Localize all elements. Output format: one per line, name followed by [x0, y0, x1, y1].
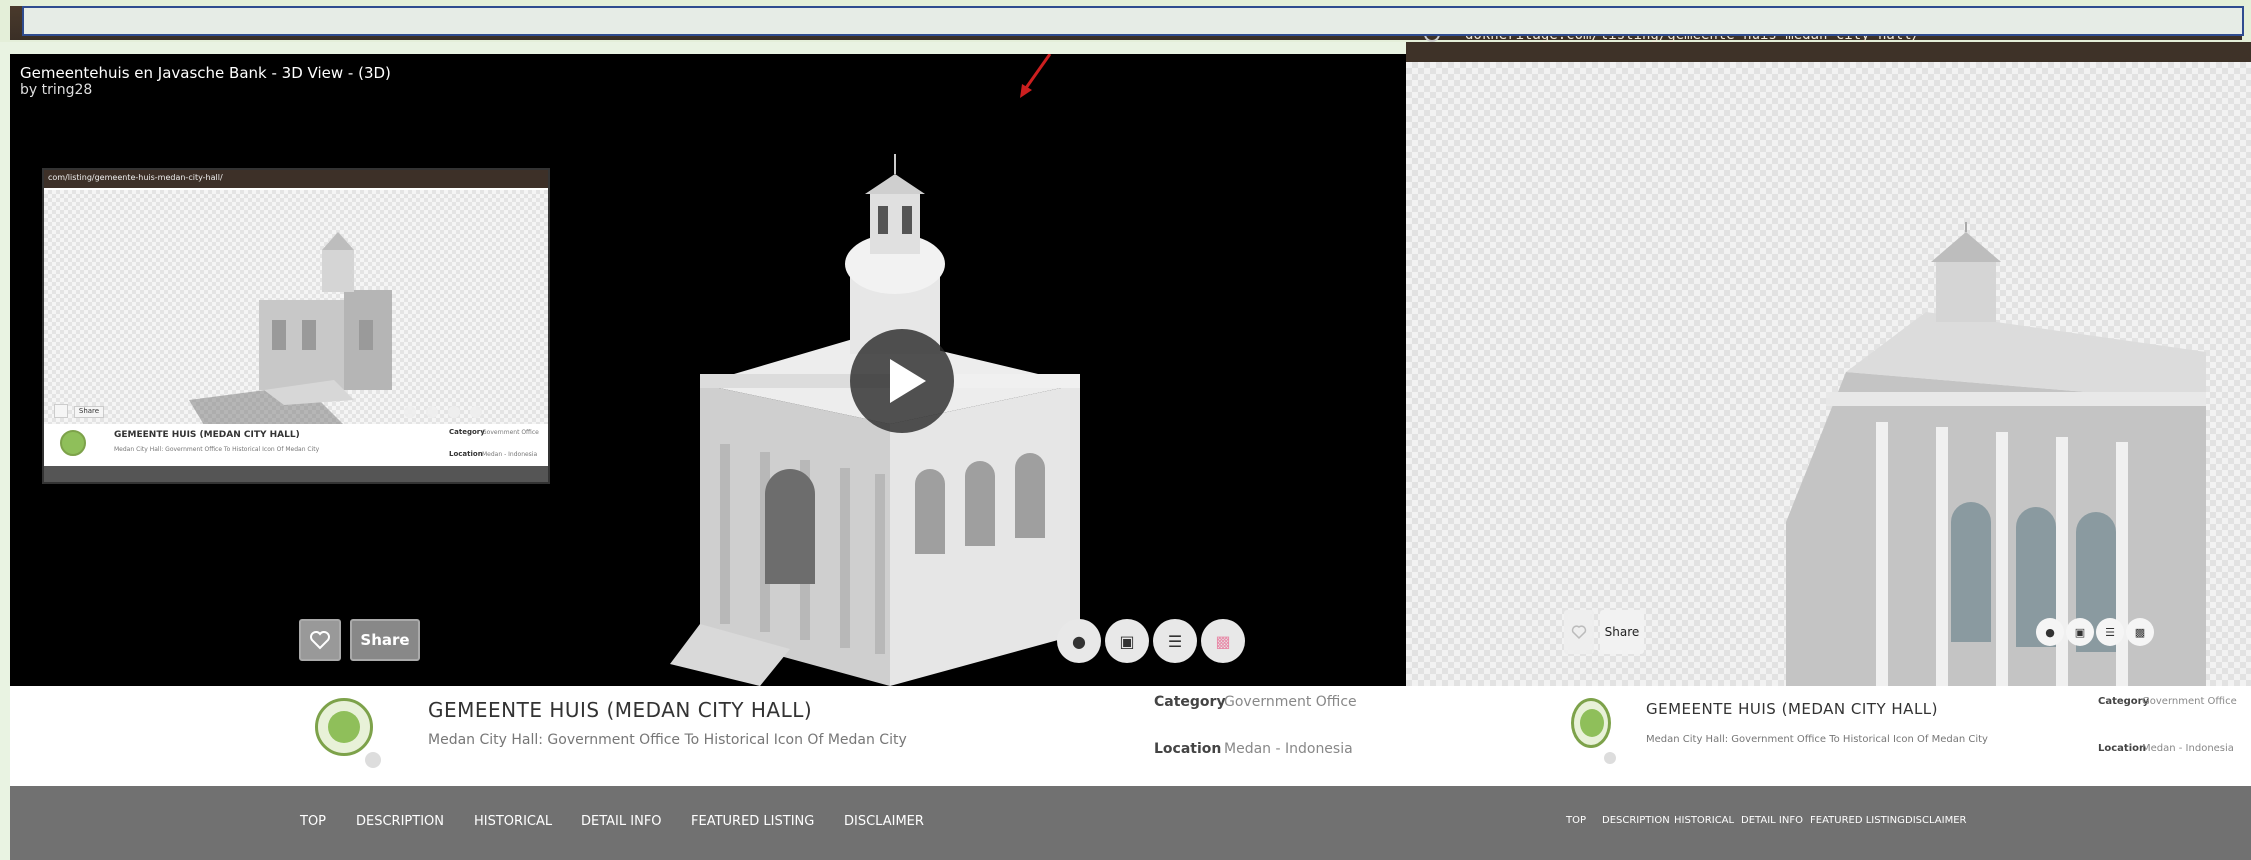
model-author[interactable]: by tring28 — [20, 82, 92, 98]
category-label: Category — [1154, 694, 1226, 710]
right-embed-icon[interactable]: ▩ — [2126, 618, 2154, 646]
heritage-logo-icon — [315, 698, 373, 756]
right-nav-item-featured-listing[interactable]: FEATURED LISTING — [1810, 815, 1905, 826]
right-building-image — [1786, 222, 2206, 686]
sketchfab-viewer[interactable]: Gemeentehuis en Javasche Bank - 3D View … — [10, 54, 1406, 686]
right-share-button[interactable]: Share — [1600, 610, 1644, 654]
right-listing-subtitle: Medan City Hall: Government Office To Hi… — [1646, 734, 1988, 745]
thumbnail-camera-icon — [404, 406, 416, 418]
listing-subtitle: Medan City Hall: Government Office To Hi… — [428, 732, 907, 748]
gallery-button[interactable]: ▣ — [1105, 619, 1149, 663]
nav-item-historical[interactable]: HISTORICAL — [474, 814, 552, 829]
thumbnail-title: GEMEENTE HUIS (MEDAN CITY HALL) — [114, 430, 300, 440]
right-nav-item-disclaimer[interactable]: DISCLAIMER — [1905, 815, 1966, 826]
right-nav-item-top[interactable]: TOP — [1566, 815, 1586, 826]
right-browser-bar — [1406, 42, 2251, 62]
annotation-arrow-icon — [1020, 54, 1052, 98]
gallery-icon: ▣ — [1119, 631, 1135, 651]
heart-icon — [310, 631, 330, 650]
map-button[interactable]: ☰ — [1153, 619, 1197, 663]
like-button[interactable] — [299, 619, 341, 661]
right-nav-item-historical[interactable]: HISTORICAL — [1674, 815, 1734, 826]
nav-item-detail-info[interactable]: DETAIL INFO — [581, 814, 662, 829]
thumbnail-embed-icon — [470, 406, 482, 418]
thumbnail-category-value: Government Office — [482, 429, 539, 436]
right-category-value[interactable]: Government Office — [2142, 696, 2237, 707]
play-button[interactable] — [850, 329, 954, 433]
right-listing-info-bar: GEMEENTE HUIS (MEDAN CITY HALL) Medan Ci… — [1406, 686, 2251, 786]
share-button[interactable]: Share — [350, 619, 420, 661]
thumbnail-location-value: Medan - Indonesia — [482, 451, 538, 458]
thumbnail-location-label: Location — [449, 450, 483, 458]
nav-item-top[interactable]: TOP — [300, 814, 326, 829]
right-nav-item-description[interactable]: DESCRIPTION — [1602, 815, 1670, 826]
thumbnail-subtitle: Medan City Hall: Government Office To Hi… — [114, 446, 320, 453]
model-title[interactable]: Gemeentehuis en Javasche Bank - 3D View … — [20, 64, 391, 82]
listing-info-bar: GEMEENTE HUIS (MEDAN CITY HALL) Medan Ci… — [10, 686, 1406, 786]
nav-item-disclaimer[interactable]: DISCLAIMER — [844, 814, 924, 829]
right-heritage-logo-icon — [1571, 698, 1611, 748]
thumbnail-map-icon — [448, 406, 460, 418]
right-verified-badge-icon — [1604, 752, 1616, 764]
play-icon — [890, 359, 926, 403]
thumbnail-building-image — [189, 232, 392, 425]
nav-item-featured-listing[interactable]: FEATURED LISTING — [691, 814, 814, 829]
thumbnail-nav-bar — [44, 466, 548, 482]
right-listing-title: GEMEENTE HUIS (MEDAN CITY HALL) — [1646, 700, 1939, 718]
embed-icon: ▩ — [1215, 631, 1231, 651]
thumbnail-gallery-icon — [426, 406, 438, 418]
right-nav-item-detail-info[interactable]: DETAIL INFO — [1741, 815, 1803, 826]
verified-badge-icon — [365, 752, 381, 768]
location-value[interactable]: Medan - Indonesia — [1224, 741, 1353, 757]
thumbnail-info-bar: GEMEENTE HUIS (MEDAN CITY HALL) Medan Ci… — [44, 424, 548, 466]
right-3d-viewer[interactable]: Share ● ▣ ☰ ▩ — [1406, 62, 2251, 686]
thumbnail-logo-icon — [60, 430, 86, 456]
right-location-value[interactable]: Medan - Indonesia — [2142, 743, 2234, 754]
thumbnail-like-button — [54, 404, 68, 418]
right-like-button[interactable] — [1564, 610, 1594, 654]
listing-nav-bar: TOP DESCRIPTION HISTORICAL DETAIL INFO F… — [10, 786, 1406, 860]
right-listing-nav-bar: TOP DESCRIPTION HISTORICAL DETAIL INFO F… — [1406, 786, 2251, 860]
embed-button[interactable]: ▩ — [1201, 619, 1245, 663]
right-camera-icon[interactable]: ● — [2036, 618, 2064, 646]
right-gallery-icon[interactable]: ▣ — [2066, 618, 2094, 646]
camera-icon: ● — [1072, 631, 1086, 651]
address-bar-field[interactable] — [22, 6, 2244, 36]
thumbnail-share-button: Share — [74, 406, 104, 418]
listing-title: GEMEENTE HUIS (MEDAN CITY HALL) — [428, 698, 813, 722]
thumbnail-model-canvas — [44, 190, 548, 425]
right-map-icon[interactable]: ☰ — [2096, 618, 2124, 646]
screenshot-root: dokheritage.com/listing/gemeente-huis-me… — [0, 0, 2251, 860]
right-location-label: Location — [2098, 743, 2147, 754]
camera-button[interactable]: ● — [1057, 619, 1101, 663]
embedded-screenshot-thumbnail: com/listing/gemeente-huis-medan-city-hal… — [42, 168, 550, 484]
location-label: Location — [1154, 741, 1222, 757]
browser-top-strip: dokheritage.com/listing/gemeente-huis-me… — [0, 0, 2251, 43]
category-value[interactable]: Government Office — [1224, 694, 1357, 710]
map-icon: ☰ — [1167, 631, 1183, 651]
thumbnail-url-bar: com/listing/gemeente-huis-medan-city-hal… — [44, 170, 548, 188]
thumbnail-category-label: Category — [449, 428, 485, 436]
right-heart-icon — [1571, 625, 1587, 640]
nav-item-description[interactable]: DESCRIPTION — [356, 814, 444, 829]
